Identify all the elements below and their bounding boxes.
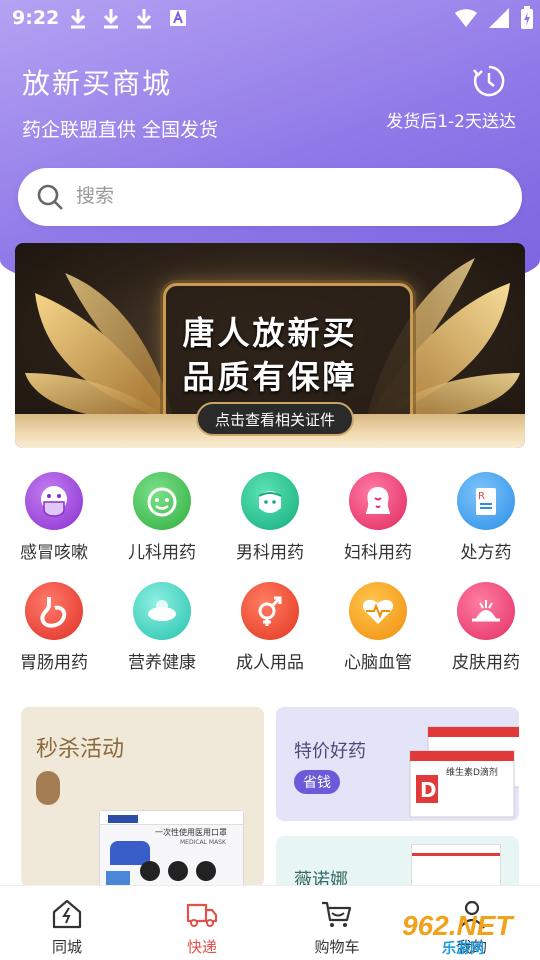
mask-face-icon bbox=[25, 472, 83, 530]
category-gynecology[interactable]: 妇科用药 bbox=[324, 472, 432, 563]
wifi-icon bbox=[455, 9, 477, 27]
battery-icon bbox=[521, 6, 533, 29]
category-label: 营养健康 bbox=[128, 653, 196, 673]
category-pediatrics[interactable]: 儿科用药 bbox=[108, 472, 216, 563]
stomach-icon bbox=[25, 582, 83, 640]
watermark-subtext: 乐游网 bbox=[442, 941, 484, 957]
category-gastrointestinal[interactable]: 胃肠用药 bbox=[0, 582, 108, 673]
download-icon bbox=[136, 9, 152, 29]
nav-item-local[interactable]: 同城 bbox=[27, 898, 107, 957]
category-label: 妇科用药 bbox=[344, 543, 412, 563]
special-price-title: 特价好药 bbox=[294, 741, 366, 762]
category-mens-health[interactable]: 男科用药 bbox=[216, 472, 324, 563]
heart-pulse-icon bbox=[349, 582, 407, 640]
nav-label: 购物车 bbox=[314, 938, 360, 956]
gender-icon bbox=[241, 582, 299, 640]
child-face-icon bbox=[133, 472, 191, 530]
skin-icon bbox=[457, 582, 515, 640]
nutrition-icon bbox=[133, 582, 191, 640]
vitamin-d-product-image: D 维生素D滴剂 bbox=[409, 726, 519, 818]
nav-label: 同城 bbox=[51, 938, 82, 956]
mask-product-image: 一次性使用医用口罩 MEDICAL MASK bbox=[99, 810, 244, 887]
search-icon bbox=[37, 184, 63, 210]
category-label: 皮肤用药 bbox=[452, 653, 520, 673]
nav-item-cart[interactable]: 购物车 bbox=[297, 898, 377, 957]
category-prescription[interactable]: R 处方药 bbox=[432, 472, 540, 563]
prescription-icon: R bbox=[457, 472, 515, 530]
flash-sale-title: 秒杀活动 bbox=[36, 737, 125, 762]
mask-product-text: 一次性使用医用口罩 bbox=[155, 828, 227, 837]
man-face-icon bbox=[241, 472, 299, 530]
app-title: 放新买商城 bbox=[22, 67, 173, 100]
search-bar[interactable] bbox=[18, 168, 522, 226]
category-label: 处方药 bbox=[460, 543, 512, 563]
category-label: 男科用药 bbox=[236, 543, 304, 563]
category-label: 成人用品 bbox=[236, 653, 304, 673]
status-time: 9:22 bbox=[12, 7, 60, 29]
nav-label: 快递 bbox=[186, 938, 217, 956]
view-certificates-button[interactable]: 点击查看相关证件 bbox=[196, 402, 354, 436]
svg-text:R: R bbox=[478, 491, 485, 502]
vitamin-d-product-text: 维生素D滴剂 bbox=[446, 766, 498, 778]
truck-icon bbox=[186, 903, 218, 927]
clock-icon bbox=[473, 65, 505, 97]
search-input[interactable] bbox=[76, 186, 456, 208]
nav-item-express[interactable]: 快递 bbox=[162, 898, 242, 957]
svg-text:D: D bbox=[420, 778, 437, 802]
flash-sale-indicator bbox=[36, 771, 60, 805]
category-cardiovascular[interactable]: 心脑血管 bbox=[324, 582, 432, 673]
signal-icon bbox=[489, 8, 509, 28]
category-dermatology[interactable]: 皮肤用药 bbox=[432, 582, 540, 673]
banner-headline: 唐人放新买 bbox=[182, 314, 358, 352]
category-label: 感冒咳嗽 bbox=[20, 543, 88, 563]
delivery-note: 发货后1-2天送达 bbox=[386, 112, 516, 132]
category-label: 儿科用药 bbox=[128, 543, 196, 563]
download-icon bbox=[70, 9, 86, 29]
special-price-card[interactable]: 特价好药 省钱 D 维生素D滴剂 bbox=[276, 707, 519, 821]
status-bar: 9:22 bbox=[0, 0, 540, 38]
font-app-icon bbox=[170, 10, 186, 26]
category-label: 胃肠用药 bbox=[20, 653, 88, 673]
cart-icon bbox=[322, 901, 352, 927]
download-icon bbox=[103, 9, 119, 29]
lightning-house-icon bbox=[52, 899, 82, 929]
save-money-tag: 省钱 bbox=[294, 770, 340, 794]
category-nutrition[interactable]: 营养健康 bbox=[108, 582, 216, 673]
category-cold-cough[interactable]: 感冒咳嗽 bbox=[0, 472, 108, 563]
category-adult-products[interactable]: 成人用品 bbox=[216, 582, 324, 673]
flash-sale-card[interactable]: 秒杀活动 一次性使用医用口罩 MEDICAL MASK bbox=[21, 707, 264, 887]
woman-face-icon bbox=[349, 472, 407, 530]
mask-product-subtext: MEDICAL MASK bbox=[180, 839, 226, 846]
banner-subheadline: 品质有保障 bbox=[182, 358, 358, 396]
app-tagline: 药企联盟直供 全国发货 bbox=[22, 119, 219, 141]
category-label: 心脑血管 bbox=[344, 653, 412, 673]
site-watermark-logo: 962.NET 乐游网 bbox=[402, 910, 538, 958]
